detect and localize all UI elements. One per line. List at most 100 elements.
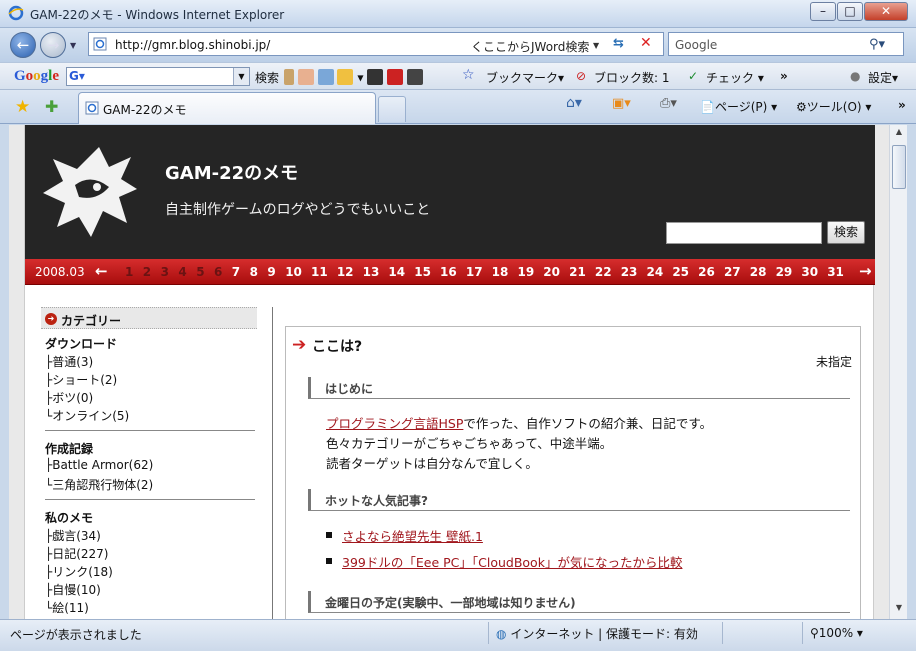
calendar-day[interactable]: 11 (311, 265, 328, 279)
blog-search-input[interactable] (666, 222, 822, 244)
category-item[interactable]: ├戯言(34) (45, 527, 101, 544)
category-item[interactable]: ├普通(3) (45, 353, 93, 370)
calendar-day[interactable]: 24 (647, 265, 664, 279)
google-search-input[interactable]: G▾ ▼ (66, 67, 250, 86)
jword-search-label[interactable]: くここからJWord検索 (471, 38, 589, 55)
google-search-button[interactable]: 検索 (255, 69, 279, 86)
vertical-scrollbar[interactable]: ▲ ▼ (889, 125, 907, 619)
security-zone[interactable]: ◍ インターネット | 保護モード: 有効 (496, 625, 698, 642)
command-overflow-button[interactable]: » (898, 98, 906, 112)
calendar-day[interactable]: 19 (517, 265, 534, 279)
category-group-download[interactable]: ダウンロード (45, 335, 117, 352)
new-tab-button[interactable] (378, 96, 406, 122)
close-window-button[interactable]: ✕ (864, 2, 908, 21)
puzzle-icon[interactable] (337, 69, 354, 85)
toolbar-overflow-button[interactable]: » (780, 69, 788, 83)
popup-blocker-count[interactable]: ブロック数: 1 (594, 69, 670, 86)
hot-article-link[interactable]: さよなら絶望先生 壁紙.1 (342, 526, 483, 545)
tools-menu[interactable]: ⚙ツール(O) ▾ (796, 98, 871, 115)
category-item[interactable]: ├ボツ(0) (45, 389, 93, 406)
category-item[interactable]: └絵(11) (45, 599, 89, 616)
calendar-prev-arrow-icon[interactable]: ← (95, 262, 108, 280)
g-app-icon[interactable] (406, 69, 423, 85)
calendar-day[interactable]: 14 (388, 265, 405, 279)
chevron-down-icon[interactable]: ▼ (233, 68, 249, 85)
calendar-day[interactable]: 23 (621, 265, 638, 279)
section-header: 金曜日の予定(実験中、一部地域は知りません) (308, 591, 850, 613)
zoom-level[interactable]: ⚲100% ▾ (810, 626, 863, 640)
tab-gam22[interactable]: GAM-22のメモ (78, 92, 376, 124)
settings-menu[interactable]: 設定▾ (868, 69, 898, 86)
page-menu[interactable]: 📄ページ(P) ▾ (700, 98, 777, 115)
address-bar[interactable]: http://gmr.blog.shinobi.jp/ くここからJWord検索… (88, 32, 664, 56)
calendar-day[interactable]: 15 (414, 265, 431, 279)
blog-search-button[interactable]: 検索 (827, 221, 865, 244)
news-icon[interactable] (297, 69, 314, 85)
article-title[interactable]: ここは? (312, 336, 362, 356)
maximize-button[interactable]: □ (837, 2, 863, 21)
intro-line-2: 色々カテゴリーがごちゃごちゃあって、中途半端。 (326, 436, 613, 451)
category-group-memo[interactable]: 私のメモ (45, 509, 93, 526)
calendar-day[interactable]: 25 (672, 265, 689, 279)
calendar-day[interactable]: 9 (267, 265, 275, 279)
back-button[interactable]: ← (10, 32, 36, 58)
url-text[interactable]: http://gmr.blog.shinobi.jp/ (115, 38, 270, 52)
print-icon[interactable]: ⎙▾ (660, 96, 677, 111)
category-group-records[interactable]: 作成記録 (45, 440, 93, 457)
favorites-star-icon[interactable]: ★ (15, 97, 30, 117)
calendar-day[interactable]: 8 (250, 265, 258, 279)
home-icon[interactable]: ⌂▾ (566, 95, 582, 111)
calendar-day[interactable]: 21 (569, 265, 586, 279)
forward-button[interactable]: → (40, 32, 66, 58)
article-category[interactable]: 未指定 (816, 353, 852, 370)
calendar-day[interactable]: 28 (750, 265, 767, 279)
amazon-icon[interactable] (367, 69, 384, 85)
minimize-button[interactable]: – (810, 2, 836, 21)
feeds-icon[interactable]: ▣▾ (612, 96, 631, 111)
category-item[interactable]: └三角認飛行物体(2) (45, 476, 153, 493)
calendar-day[interactable]: 29 (776, 265, 793, 279)
calendar-day[interactable]: 30 (801, 265, 818, 279)
refresh-icon[interactable]: ⇆ (613, 36, 624, 51)
search-icon[interactable]: ⚲▾ (869, 37, 885, 52)
calendar-day[interactable]: 27 (724, 265, 741, 279)
category-item[interactable]: ├日記(227) (45, 545, 109, 562)
stop-icon[interactable]: ✕ (640, 35, 652, 51)
category-item[interactable]: ├自慢(10) (45, 581, 101, 598)
calendar-day[interactable]: 26 (698, 265, 715, 279)
add-favorite-icon[interactable]: ✚ (45, 97, 58, 116)
window-frame-left (0, 125, 9, 619)
calendar-day[interactable]: 12 (337, 265, 354, 279)
calendar-day[interactable]: 10 (285, 265, 302, 279)
hsp-link[interactable]: プログラミング言語HSP (326, 416, 463, 431)
category-item[interactable]: ├リンク(18) (45, 563, 113, 580)
calendar-day[interactable]: 17 (466, 265, 483, 279)
bookmarks-menu[interactable]: ブックマーク▾ (486, 69, 564, 86)
calendar-day[interactable]: 20 (543, 265, 560, 279)
recent-pages-dropdown-icon[interactable]: ▼ (70, 41, 76, 50)
check-menu[interactable]: チェック ▾ (706, 69, 764, 86)
youtube-icon[interactable] (387, 69, 404, 85)
calendar-day[interactable]: 18 (492, 265, 509, 279)
calendar-day[interactable]: 13 (363, 265, 380, 279)
bookmark-star-icon[interactable]: ☆ (462, 67, 475, 83)
category-item[interactable]: ├ショート(2) (45, 371, 117, 388)
category-item[interactable]: ├Battle Armor(62) (45, 458, 153, 472)
scroll-up-arrow-icon[interactable]: ▲ (892, 127, 906, 141)
scroll-down-arrow-icon[interactable]: ▼ (892, 603, 906, 617)
intro-line-1: プログラミング言語HSPで作った、自作ソフトの紹介兼、日記です。 (326, 413, 712, 432)
calendar-day[interactable]: 16 (440, 265, 457, 279)
blog-title[interactable]: GAM-22のメモ (165, 159, 298, 185)
scroll-thumb[interactable] (892, 145, 906, 189)
calendar-day[interactable]: 31 (827, 265, 844, 279)
hot-article-link[interactable]: 399ドルの「Eee PC」「CloudBook」が気になったから比較 (342, 552, 682, 571)
calendar-next-arrow-icon[interactable]: → (859, 262, 872, 280)
magnifier-icon[interactable] (317, 69, 334, 85)
google-logo[interactable]: Google (14, 68, 59, 85)
address-dropdown-icon[interactable]: ▼ (593, 41, 599, 50)
calendar-day[interactable]: 22 (595, 265, 612, 279)
category-item[interactable]: └オンライン(5) (45, 407, 129, 424)
globe-icon: ◍ (496, 627, 507, 641)
calendar-day[interactable]: 7 (232, 265, 240, 279)
search-input[interactable]: Google ⚲▾ (668, 32, 904, 56)
